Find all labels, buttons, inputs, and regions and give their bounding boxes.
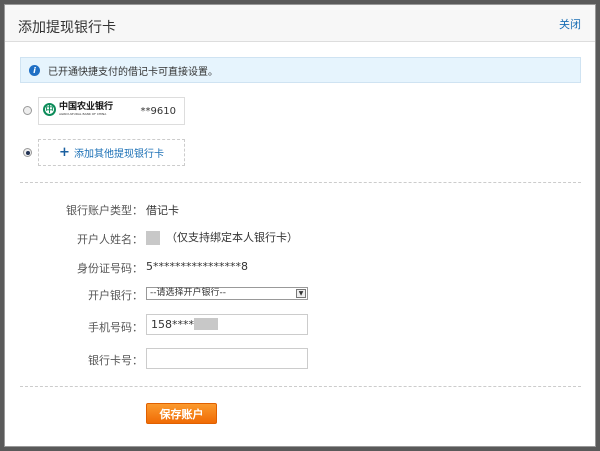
account-type-label: 银行账户类型： <box>66 204 143 217</box>
info-text: 已开通快捷支付的借记卡可直接设置。 <box>48 66 218 78</box>
account-type-value: 借记卡 <box>146 204 179 217</box>
save-account-button[interactable]: 保存账户 <box>146 403 217 424</box>
abc-bank-logo: 中 中国农业银行 AGRICULTURAL BANK OF CHINA <box>43 103 113 116</box>
phone-label: 手机号码： <box>88 321 143 334</box>
info-bar: i 已开通快捷支付的借记卡可直接设置。 <box>20 57 581 83</box>
close-link[interactable]: 关闭 <box>559 16 581 32</box>
card-number-label: 银行卡号： <box>88 354 143 367</box>
bank-name: 中国农业银行 <box>59 102 114 112</box>
phone-value: 158**** <box>151 318 194 331</box>
divider <box>20 386 581 387</box>
abc-logo-icon: 中 <box>43 103 56 116</box>
plus-icon: + <box>59 145 70 160</box>
bank-select[interactable]: --请选择开户银行-- ▼ <box>146 287 308 300</box>
holder-value: （仅支持绑定本人银行卡） <box>146 229 298 245</box>
bank-label: 开户银行： <box>88 289 143 302</box>
id-label: 身份证号码： <box>77 262 143 275</box>
chevron-down-icon[interactable]: ▼ <box>296 289 306 298</box>
add-card-radio[interactable] <box>23 148 32 157</box>
holder-label: 开户人姓名： <box>77 233 143 246</box>
bank-name-en: AGRICULTURAL BANK OF CHINA <box>59 112 107 116</box>
dialog-title: 添加提现银行卡 <box>18 20 116 36</box>
bank-card-option[interactable]: 中 中国农业银行 AGRICULTURAL BANK OF CHINA **961… <box>38 97 185 125</box>
card-number-input[interactable] <box>146 348 308 369</box>
card-radio[interactable] <box>23 106 32 115</box>
holder-note: （仅支持绑定本人银行卡） <box>166 231 298 244</box>
card-number: **9610 <box>140 106 176 117</box>
id-value: 5****************8 <box>146 260 248 273</box>
dialog: 添加提现银行卡 关闭 i 已开通快捷支付的借记卡可直接设置。 中 中国农业银行 A… <box>4 4 596 447</box>
info-icon: i <box>29 64 40 76</box>
bank-select-value: --请选择开户银行-- <box>150 288 226 298</box>
masked-name <box>146 231 160 245</box>
masked-phone <box>194 318 218 330</box>
phone-input[interactable]: 158**** <box>146 314 308 335</box>
divider <box>20 182 581 183</box>
dialog-header: 添加提现银行卡 关闭 <box>5 5 595 42</box>
add-card-button[interactable]: + 添加其他提现银行卡 <box>38 139 185 166</box>
add-card-label: 添加其他提现银行卡 <box>73 149 164 160</box>
